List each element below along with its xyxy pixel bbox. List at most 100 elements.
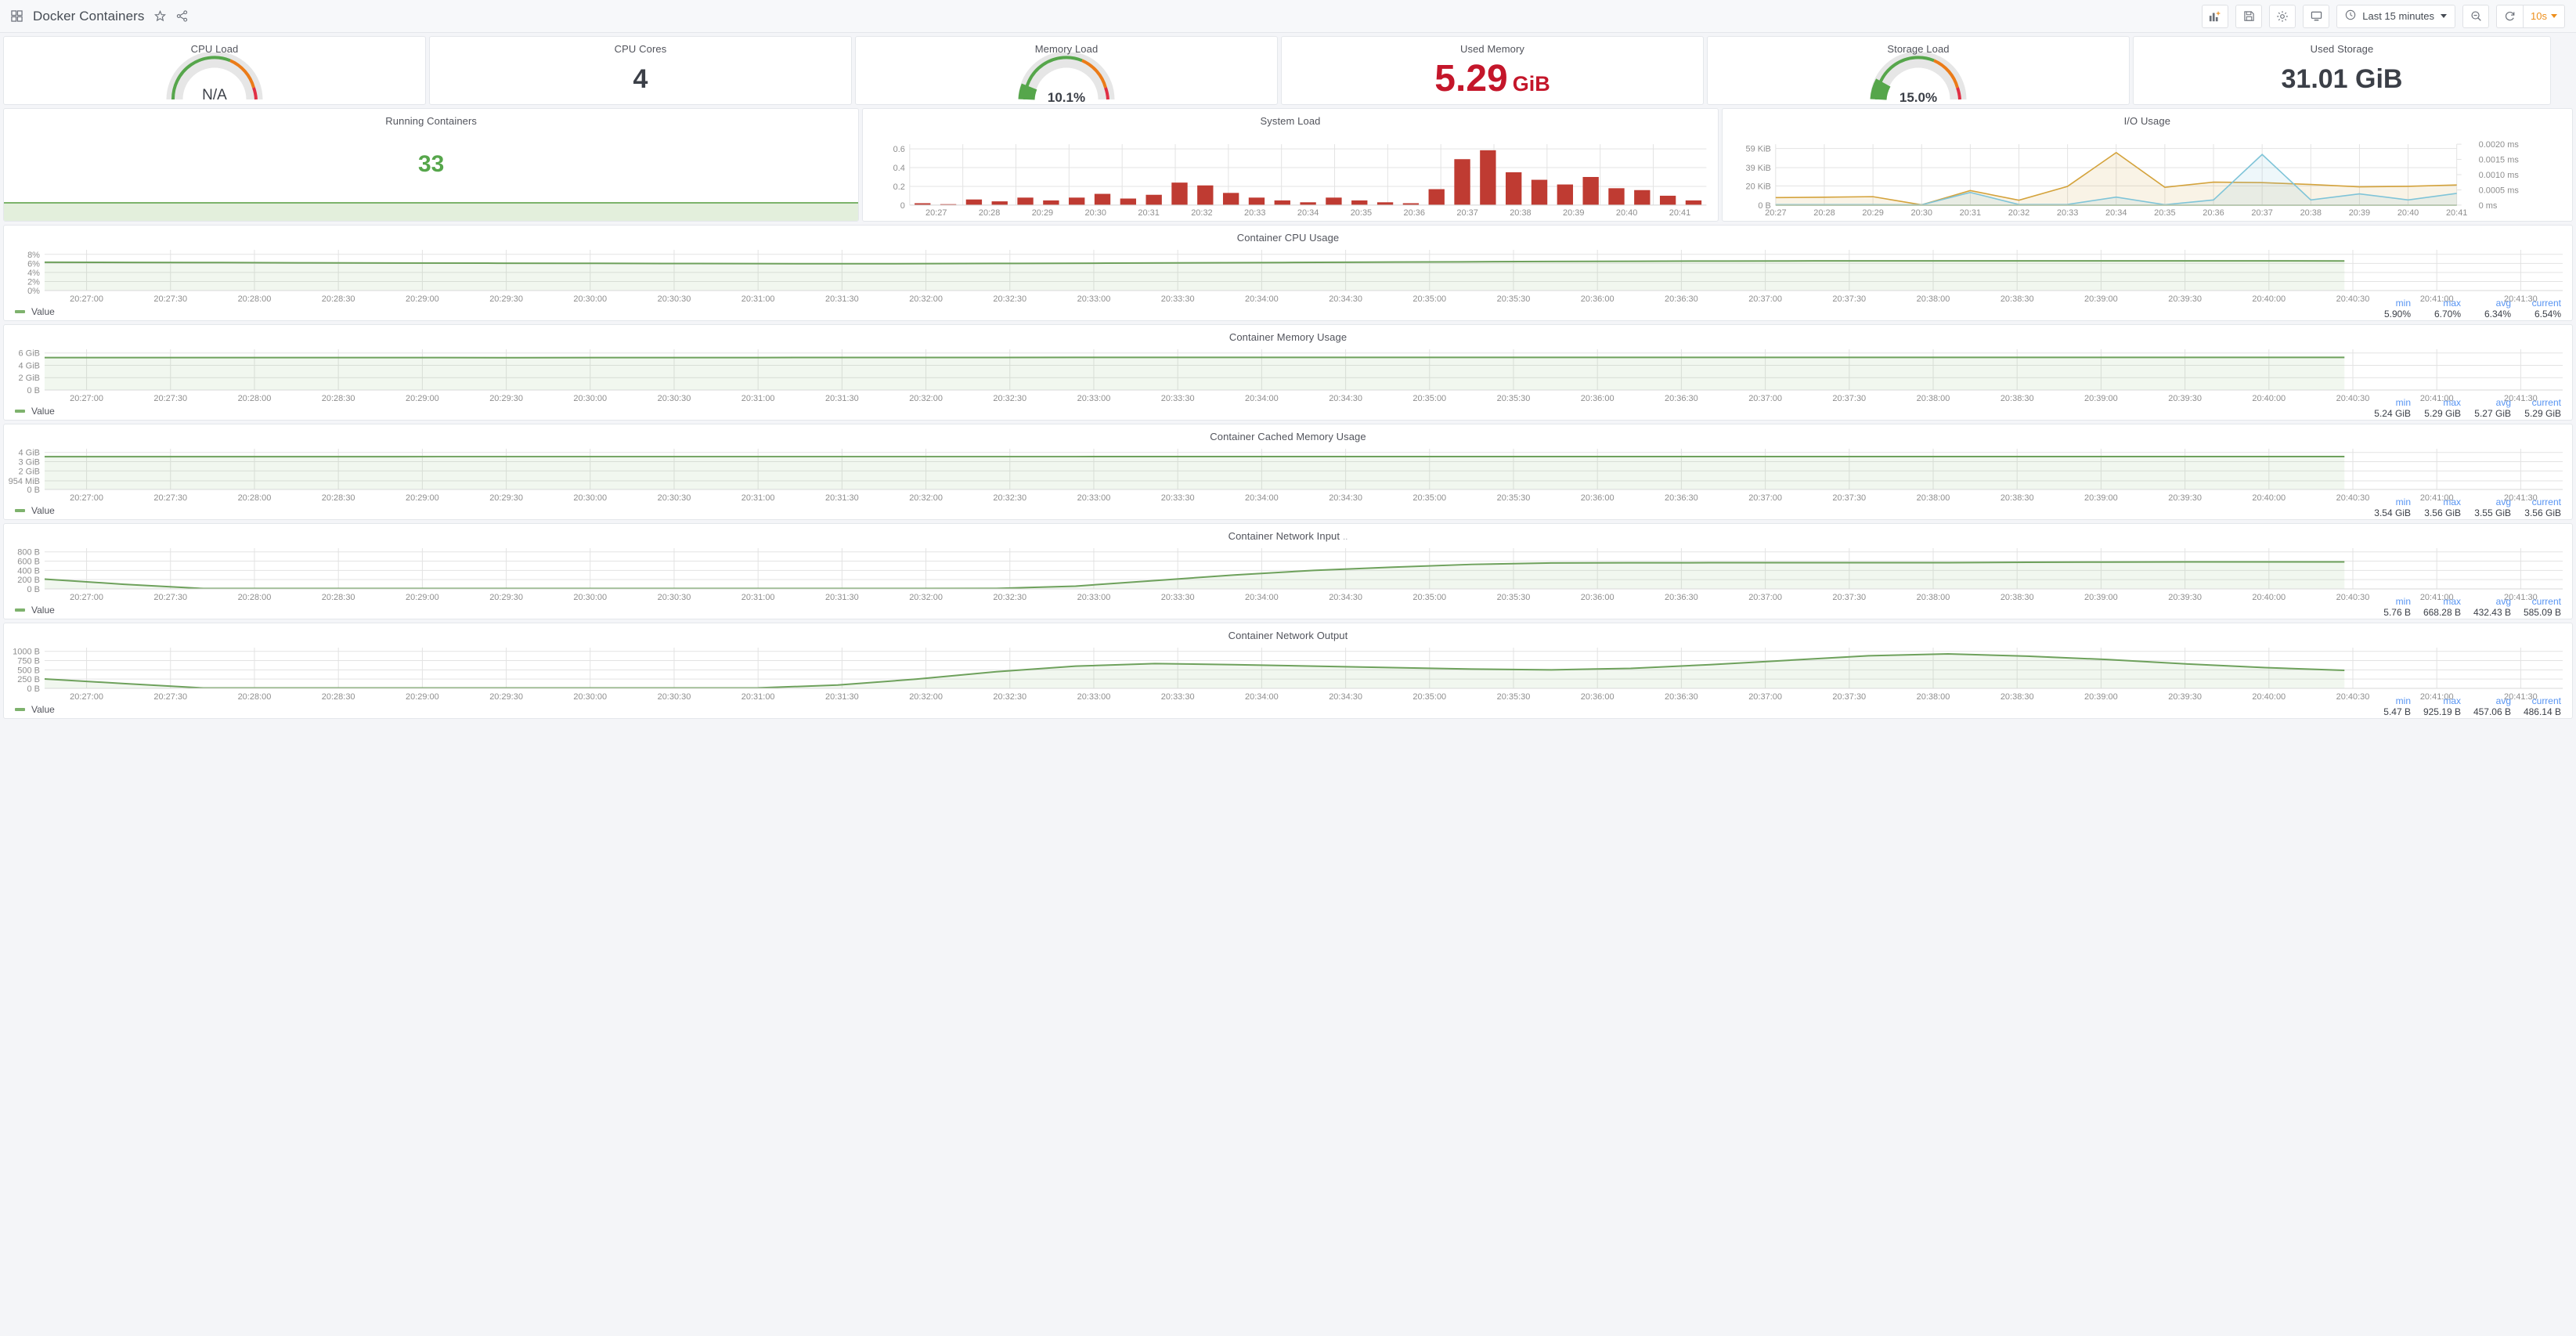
gear-icon[interactable]: [2269, 4, 2296, 28]
svg-text:20:39: 20:39: [1563, 208, 1584, 218]
legend-stat-header-max[interactable]: max: [2419, 397, 2461, 408]
panel-io-usage[interactable]: I/O Usage 0 B 20 KiB 39 KiB 59 KiB 0 ms 0.00…: [1721, 108, 2573, 222]
legend-stat-header-avg[interactable]: avg: [2469, 496, 2511, 507]
share-icon[interactable]: [176, 10, 188, 22]
legend-stat-header-avg[interactable]: avg: [2469, 397, 2511, 408]
svg-text:20:34:30: 20:34:30: [1329, 493, 1362, 503]
svg-text:8%: 8%: [27, 251, 40, 260]
legend-stat-header-max[interactable]: max: [2419, 695, 2461, 706]
svg-text:20:27:30: 20:27:30: [153, 394, 187, 403]
legend-stat-header-min[interactable]: min: [2369, 695, 2411, 706]
legend-stat-header-min[interactable]: min: [2369, 298, 2411, 309]
dashboard-grid-icon[interactable]: [11, 10, 23, 22]
svg-text:20:35:30: 20:35:30: [1497, 493, 1531, 503]
legend-stat-header-min[interactable]: min: [2369, 397, 2411, 408]
running-containers-value: 33: [417, 150, 445, 177]
used-storage-value: 31.01 GiB: [2281, 64, 2403, 94]
refresh-interval-picker[interactable]: 10s: [2523, 4, 2565, 28]
legend-stat-header-current[interactable]: current: [2519, 496, 2561, 507]
svg-text:39 KiB: 39 KiB: [1745, 164, 1770, 173]
legend-stat-header-avg[interactable]: avg: [2469, 596, 2511, 607]
panel-storage-load[interactable]: Storage Load 15.0%: [1707, 36, 2130, 105]
container-network-output-chart: 0 B250 B500 B750 B1000 B 20:27:00 20:27:30…: [13, 648, 2563, 702]
svg-text:20:28:30: 20:28:30: [322, 493, 355, 503]
svg-text:2%: 2%: [27, 277, 40, 287]
panel-container-memory-usage[interactable]: Container Memory Usage 0 B 2 GiB 4 GiB 6 Gi…: [3, 324, 2573, 421]
legend-color-swatch: [15, 708, 25, 711]
panel-container-network-output[interactable]: Container Network Output 0 B 250 B 500 B 75…: [3, 623, 2573, 719]
legend-stat-header-current[interactable]: current: [2519, 397, 2561, 408]
legend-container-network-input: Value: [4, 603, 2572, 619]
svg-text:20:39:00: 20:39:00: [2084, 394, 2118, 403]
svg-text:20:28:30: 20:28:30: [322, 294, 355, 304]
panel-cpu-load[interactable]: CPU Load N/A: [3, 36, 426, 105]
graph-row-cpu: Container CPU Usage 0% 2% 4% 6% 8% 20:27:00 20…: [3, 225, 2573, 321]
top-navbar: Docker Containers Last 15 minutes 10s: [0, 0, 2576, 33]
refresh-icon[interactable]: [2496, 4, 2524, 28]
legend-stat-header-min[interactable]: min: [2369, 496, 2411, 507]
panel-memory-load[interactable]: Memory Load 10.1%: [855, 36, 1278, 105]
panel-cpu-cores[interactable]: CPU Cores 4: [429, 36, 852, 105]
time-range-picker[interactable]: Last 15 minutes: [2336, 4, 2456, 28]
legend-stat-header-current[interactable]: current: [2519, 695, 2561, 706]
svg-text:4 GiB: 4 GiB: [18, 361, 39, 370]
panel-container-cached-memory-usage[interactable]: Container Cached Memory Usage 0 B 954 MiB…: [3, 424, 2573, 520]
svg-text:20:30:00: 20:30:00: [573, 692, 607, 702]
legend-series-name[interactable]: Value: [31, 505, 55, 516]
legend-stat-header-max[interactable]: max: [2419, 298, 2461, 309]
svg-text:20:32:30: 20:32:30: [993, 394, 1026, 403]
panel-container-network-input[interactable]: Container Network Input.. 0 B 200 B 400 B6…: [3, 523, 2573, 619]
legend-stat-header-current[interactable]: current: [2519, 596, 2561, 607]
tv-icon[interactable]: [2303, 4, 2330, 28]
svg-text:20:28: 20:28: [979, 208, 1000, 218]
legend-stats-container-cpu-usage: min 5.90% max 6.70% avg 6.34% current 6.54%: [2361, 298, 2561, 320]
panel-title: Container Memory Usage: [1228, 331, 1348, 343]
svg-text:20:31:30: 20:31:30: [825, 692, 859, 702]
legend-stat-header-avg[interactable]: avg: [2469, 695, 2511, 706]
svg-text:20:36:00: 20:36:00: [1581, 294, 1615, 304]
svg-text:20:35:30: 20:35:30: [1497, 593, 1531, 602]
panel-system-load[interactable]: System Load 0 0.2 0.4 0.6 20:27 20:28 20:29 20…: [862, 108, 1719, 222]
svg-text:20:34:30: 20:34:30: [1329, 593, 1362, 602]
add-panel-icon[interactable]: [2202, 4, 2229, 28]
panel-used-memory[interactable]: Used Memory 5.29 GiB: [1281, 36, 1704, 105]
zoom-out-icon[interactable]: [2462, 4, 2490, 28]
legend-series-name[interactable]: Value: [31, 605, 55, 616]
legend-series-name[interactable]: Value: [31, 306, 55, 317]
panel-title: CPU Load: [190, 43, 239, 55]
panel-container-cpu-usage[interactable]: Container CPU Usage 0% 2% 4% 6% 8% 20:27:00 20…: [3, 225, 2573, 321]
stat-row: CPU Load N/A CPU Cores 4 Memory Load 10.…: [3, 36, 2573, 105]
legend-stat-current: 6.54%: [2534, 309, 2561, 320]
svg-text:20:27: 20:27: [1765, 208, 1786, 218]
svg-text:20:32:30: 20:32:30: [993, 692, 1026, 702]
panel-used-storage[interactable]: Used Storage 31.01 GiB: [2133, 36, 2551, 105]
svg-text:20:37: 20:37: [1457, 208, 1478, 218]
svg-text:20 KiB: 20 KiB: [1745, 182, 1770, 191]
svg-text:20:36:30: 20:36:30: [1665, 294, 1698, 304]
legend-stat-avg: 457.06 B: [2473, 706, 2511, 717]
svg-text:20:29:00: 20:29:00: [406, 394, 439, 403]
save-icon[interactable]: [2235, 4, 2263, 28]
container-network-input-chart: 0 B200 B400 B600 B800 B 20:27:00 20:27:30 2…: [17, 548, 2563, 602]
svg-text:20:39:30: 20:39:30: [2168, 692, 2202, 702]
svg-text:0.0005 ms: 0.0005 ms: [2478, 186, 2519, 195]
svg-text:20:27:30: 20:27:30: [153, 294, 187, 304]
legend-stat-header-current[interactable]: current: [2519, 298, 2561, 309]
svg-text:20:30:30: 20:30:30: [658, 294, 691, 304]
legend-stat-header-max[interactable]: max: [2419, 496, 2461, 507]
panel-title-text: Container Network Input: [1228, 530, 1340, 542]
svg-text:20:29:00: 20:29:00: [406, 294, 439, 304]
legend-series-name[interactable]: Value: [31, 406, 55, 417]
legend-stat-header-avg[interactable]: avg: [2469, 298, 2511, 309]
panel-running-containers[interactable]: Running Containers 33: [3, 108, 860, 222]
graph-row-cached: Container Cached Memory Usage 0 B 954 MiB…: [3, 424, 2573, 520]
svg-text:20:27:00: 20:27:00: [70, 692, 103, 702]
legend-series-name[interactable]: Value: [31, 704, 55, 715]
star-icon[interactable]: [154, 10, 167, 22]
legend-stat-max: 5.29 GiB: [2424, 408, 2461, 419]
legend-stat-header-max[interactable]: max: [2419, 596, 2461, 607]
container-cpu-usage-chart: 0%2%4%6%8% 20:27:00 20:27:30 20:28:00 20:28:…: [27, 250, 2563, 304]
svg-text:20:33:00: 20:33:00: [1077, 692, 1111, 702]
legend-container-network-output: Value: [4, 702, 2572, 718]
legend-stat-header-min[interactable]: min: [2369, 596, 2411, 607]
